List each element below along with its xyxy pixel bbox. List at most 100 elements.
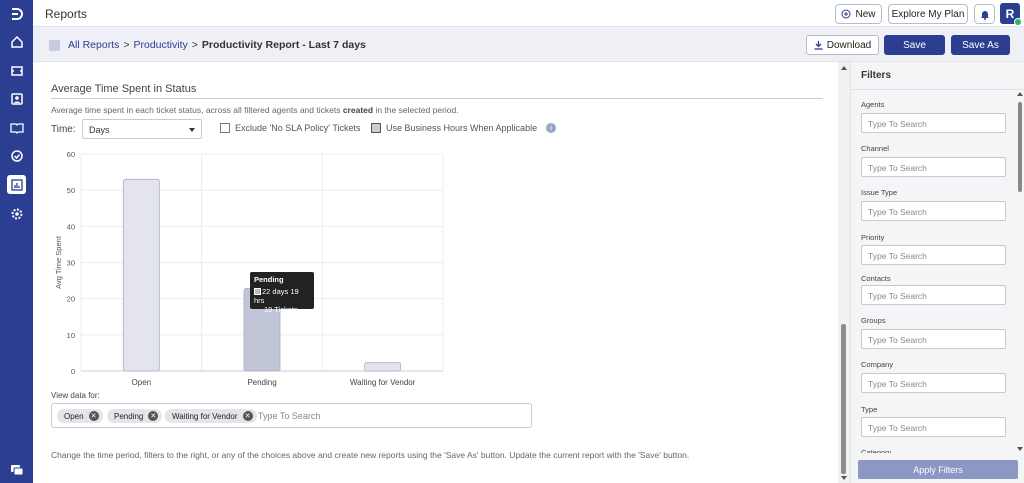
filter-input-groups[interactable]: Type To Search	[861, 329, 1006, 349]
chevron-down-icon	[189, 128, 195, 132]
time-select-value: Days	[89, 125, 110, 135]
knowledge-base-icon[interactable]	[7, 118, 26, 137]
view-data-select[interactable]: Open ✕ Pending ✕ Waiting for Vendor ✕ Ty…	[51, 403, 532, 428]
chat-icon[interactable]	[7, 460, 26, 479]
tooltip-swatch	[254, 288, 261, 295]
exclude-sla-checkbox[interactable]: Exclude 'No SLA Policy' Tickets	[220, 123, 361, 133]
exclude-sla-label: Exclude 'No SLA Policy' Tickets	[235, 123, 361, 133]
tickets-icon[interactable]	[7, 61, 26, 80]
scroll-up-icon[interactable]	[841, 66, 847, 70]
tasks-icon[interactable]	[7, 146, 26, 165]
settings-icon[interactable]	[7, 204, 26, 223]
close-icon[interactable]: ✕	[242, 411, 253, 421]
x-tick-label: Pending	[247, 378, 276, 387]
apply-filters-button[interactable]: Apply Filters	[858, 460, 1018, 479]
info-icon[interactable]: i	[546, 123, 557, 133]
y-tick-label: 0	[71, 367, 75, 376]
chart-tooltip: Pending 22 days 19 hrs 19 Tickets	[250, 272, 314, 314]
business-hours-label: Use Business Hours When Applicable	[386, 123, 538, 133]
reports-breadcrumb-icon	[49, 39, 60, 51]
main-scrollbar[interactable]	[838, 62, 850, 483]
filter-input-contacts[interactable]: Type To Search	[861, 285, 1006, 305]
home-icon[interactable]	[7, 32, 26, 51]
scroll-up-icon[interactable]	[1017, 92, 1023, 96]
explore-plan-button[interactable]: Explore My Plan	[888, 4, 968, 24]
left-nav-rail	[0, 0, 33, 483]
filter-input-type[interactable]: Type To Search	[861, 417, 1006, 437]
report-main: Average Time Spent in Status Average tim…	[33, 62, 838, 483]
filter-label-priority: Priority	[861, 233, 885, 242]
reports-icon[interactable]	[7, 175, 26, 194]
filters-title: Filters	[851, 62, 1024, 90]
filter-label-contacts: Contacts	[861, 274, 891, 283]
avatar-initial: R	[1005, 6, 1015, 21]
online-status-icon	[1014, 18, 1022, 26]
chip-pending: Pending ✕	[107, 409, 163, 423]
chip-waiting-for-vendor: Waiting for Vendor ✕	[165, 409, 257, 423]
y-tick-label: 30	[67, 259, 75, 268]
section-divider	[51, 98, 823, 99]
y-tick-label: 60	[67, 150, 75, 159]
checkbox-box[interactable]	[220, 123, 230, 133]
scrollbar-thumb[interactable]	[1018, 102, 1022, 192]
breadcrumb-all-reports[interactable]: All Reports	[68, 39, 119, 51]
filter-input-agents[interactable]: Type To Search	[861, 113, 1006, 133]
filter-input-company[interactable]: Type To Search	[861, 373, 1006, 393]
y-tick-label: 40	[67, 222, 75, 231]
filter-label-issue-type: Issue Type	[861, 188, 898, 197]
view-data-label: View data for:	[51, 391, 100, 400]
avatar[interactable]: R	[1000, 3, 1022, 26]
filter-label-groups: Groups	[861, 316, 886, 325]
y-tick-label: 10	[67, 331, 75, 340]
bar-open	[122, 178, 160, 372]
plus-circle-icon	[841, 9, 851, 19]
filter-label-company: Company	[861, 360, 894, 369]
bar-waiting-for-vendor	[364, 362, 402, 372]
filter-label-agents: Agents	[861, 100, 885, 109]
desc-text: Average time spent in each ticket status…	[51, 105, 343, 115]
y-tick-label: 20	[67, 295, 75, 304]
checkbox-box[interactable]	[371, 123, 381, 133]
download-label: Download	[826, 39, 872, 51]
breadcrumb-bar: All Reports > Productivity > Productivit…	[33, 27, 1024, 62]
desc-text-end: in the selected period.	[373, 105, 459, 115]
chip-label: Open	[64, 411, 84, 421]
close-icon[interactable]: ✕	[88, 411, 99, 421]
breadcrumb-current: Productivity Report - Last 7 days	[201, 39, 366, 51]
breadcrumb-separator: >	[123, 39, 130, 51]
save-as-button[interactable]: Save As	[951, 35, 1010, 55]
top-header: Reports New Explore My Plan R	[33, 0, 1024, 27]
y-tick-label: 50	[67, 186, 75, 195]
desc-bold: created	[342, 105, 374, 115]
filter-input-channel[interactable]: Type To Search	[861, 157, 1006, 177]
time-select[interactable]: Days	[82, 119, 202, 139]
download-button[interactable]: Download	[806, 35, 879, 55]
business-hours-checkbox[interactable]: Use Business Hours When Applicable i	[371, 123, 557, 133]
new-button-label: New	[855, 8, 876, 20]
scrollbar-thumb[interactable]	[841, 324, 846, 474]
new-button[interactable]: New	[835, 4, 882, 24]
filters-scrollbar[interactable]	[1015, 90, 1024, 453]
scroll-down-icon[interactable]	[841, 476, 847, 480]
filter-input-priority[interactable]: Type To Search	[861, 245, 1006, 265]
tooltip-title: Pending	[254, 275, 284, 284]
x-tick-label: Open	[132, 378, 152, 387]
report-footnote: Change the time period, filters to the r…	[51, 450, 690, 460]
close-icon[interactable]: ✕	[148, 411, 159, 421]
breadcrumb-productivity[interactable]: Productivity	[134, 39, 188, 51]
filter-input-issue-type[interactable]: Type To Search	[861, 201, 1006, 221]
breadcrumb-separator: >	[191, 39, 198, 51]
report-description: Average time spent in each ticket status…	[51, 105, 459, 115]
page-title: Reports	[45, 7, 88, 21]
view-data-search[interactable]: Type To Search	[258, 411, 320, 421]
scroll-down-icon[interactable]	[1017, 447, 1023, 451]
filters-panel: Filters Agents Type To Search Channel Type …	[850, 62, 1024, 483]
y-axis-label: Avg Time Spent	[54, 235, 63, 289]
contacts-icon[interactable]	[7, 89, 26, 108]
time-label: Time:	[51, 124, 76, 135]
status-bar-chart: 0 10 20 30 40 50 60 Open Pending Waiting for Vend…	[54, 150, 444, 387]
notifications-button[interactable]	[974, 4, 995, 24]
save-button[interactable]: Save	[884, 35, 945, 55]
chip-label: Waiting for Vendor	[172, 411, 238, 421]
logo-icon[interactable]	[7, 4, 26, 23]
